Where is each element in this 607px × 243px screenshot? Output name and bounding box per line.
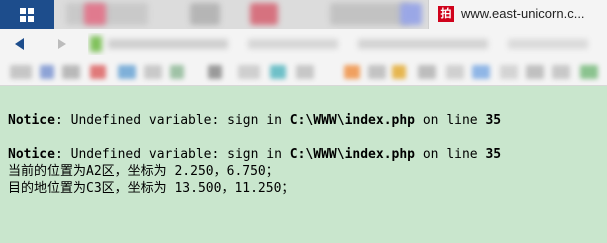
active-tab[interactable]: 拍 www.east-unicorn.c... (428, 0, 607, 29)
windows-menu-button[interactable] (0, 0, 54, 29)
notice-label: Notice (8, 113, 55, 128)
bookmark-item[interactable] (170, 65, 184, 79)
back-arrow-icon[interactable] (12, 36, 28, 52)
blurred-tab[interactable] (84, 3, 106, 25)
navigation-toolbar (0, 29, 607, 59)
php-notice-line: Notice: Undefined variable: sign in C:\W… (8, 112, 603, 129)
bookmark-item[interactable] (10, 65, 32, 79)
site-favicon-icon: 拍 (438, 6, 454, 22)
bookmark-item[interactable] (40, 65, 54, 79)
bookmark-item[interactable] (392, 65, 406, 79)
bookmark-item[interactable] (500, 65, 518, 79)
bookmark-item[interactable] (62, 65, 80, 79)
notice-file-path: C:\WWW\index.php (289, 113, 416, 128)
bookmarks-bar (0, 59, 607, 86)
bookmark-item[interactable] (418, 65, 436, 79)
php-notice-line: Notice: Undefined variable: sign in C:\W… (8, 146, 603, 163)
notice-line-number: 35 (485, 147, 502, 162)
notice-file-path: C:\WWW\index.php (289, 147, 416, 162)
bookmark-item[interactable] (238, 65, 260, 79)
destination-position-line: 目的地位置为C3区，坐标为 13.500，11.250； (8, 181, 295, 196)
tab-strip: 拍 www.east-unicorn.c... (0, 0, 607, 29)
current-position-line: 当前的位置为A2区，坐标为 2.250，6.750； (8, 164, 279, 179)
notice-on-line-text: on line (415, 147, 486, 162)
blurred-tab[interactable] (250, 3, 278, 25)
page-output: Notice: Undefined variable: sign in C:\W… (8, 112, 603, 197)
notice-label: Notice (8, 147, 55, 162)
notice-on-line-text: on line (415, 113, 486, 128)
blurred-tab[interactable] (66, 3, 148, 25)
bookmark-item[interactable] (90, 65, 106, 79)
bookmark-item[interactable] (368, 65, 386, 79)
bookmark-item[interactable] (446, 65, 464, 79)
notice-message: : Undefined variable: sign in (54, 113, 290, 128)
tab-title: www.east-unicorn.c... (461, 6, 585, 21)
blurred-tab[interactable] (400, 3, 422, 25)
bookmark-item[interactable] (472, 65, 490, 79)
blurred-tab[interactable] (330, 3, 410, 25)
forward-arrow-icon[interactable] (55, 37, 69, 51)
bookmark-item[interactable] (208, 65, 222, 79)
bookmark-item[interactable] (118, 65, 136, 79)
address-bar[interactable] (88, 33, 598, 55)
bookmark-item[interactable] (144, 65, 162, 79)
notice-line-number: 35 (485, 113, 502, 128)
bookmark-item[interactable] (270, 65, 286, 79)
blurred-tab[interactable] (190, 3, 220, 25)
notice-message: : Undefined variable: sign in (54, 147, 290, 162)
bookmark-item[interactable] (526, 65, 544, 79)
bookmark-item[interactable] (580, 65, 598, 79)
bookmark-item[interactable] (552, 65, 570, 79)
windows-logo-icon (20, 8, 26, 14)
bookmark-item[interactable] (344, 65, 360, 79)
bookmark-item[interactable] (296, 65, 314, 79)
